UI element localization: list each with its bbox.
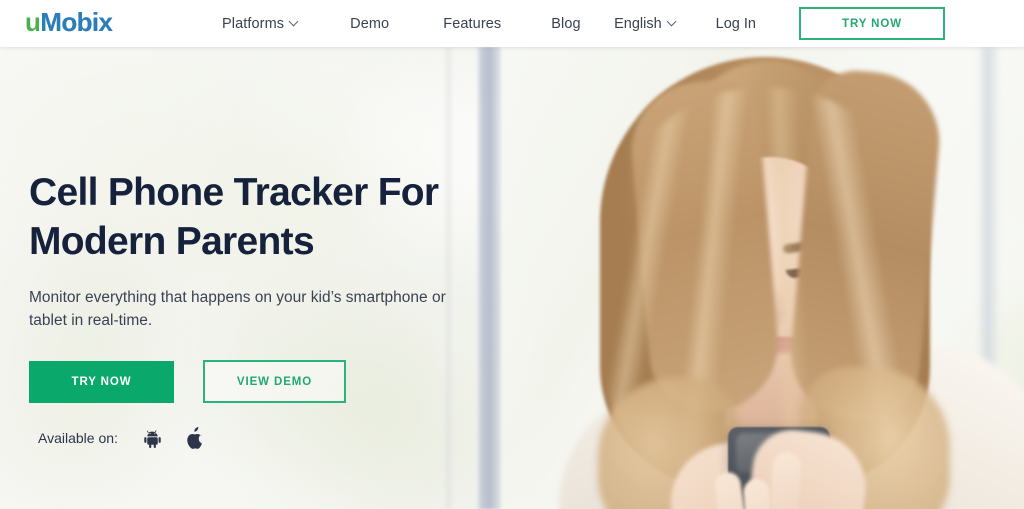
page-root: uMobix Platforms Demo Features Blog Engl… — [0, 0, 1024, 509]
hero-section: Cell Phone Tracker For Modern Parents Mo… — [0, 47, 1024, 509]
hero-cta-row: TRY NOW VIEW DEMO — [29, 360, 346, 403]
subject-finger — [770, 451, 802, 509]
hero-view-demo-button[interactable]: VIEW DEMO — [203, 360, 346, 403]
nav-item-platforms[interactable]: Platforms — [222, 16, 298, 32]
nav-item-blog[interactable]: Blog — [551, 16, 580, 32]
header-try-now-button[interactable]: TRY NOW — [799, 7, 945, 40]
nav-item-blog-label: Blog — [551, 15, 581, 32]
hero-content: Cell Phone Tracker For Modern Parents Mo… — [29, 47, 549, 509]
chevron-down-icon — [668, 18, 676, 26]
nav-item-features[interactable]: Features — [443, 16, 501, 32]
available-on-label: Available on: — [38, 430, 118, 446]
android-icon[interactable] — [142, 427, 164, 449]
site-header: uMobix Platforms Demo Features Blog Engl… — [0, 0, 1024, 47]
hero-photo-subject — [500, 47, 1024, 509]
page-title-line-2: Modern Parents — [29, 220, 315, 263]
nav-item-features-label: Features — [443, 15, 502, 32]
main-navigation: Platforms Demo Features Blog — [222, 0, 581, 47]
login-link[interactable]: Log In — [716, 16, 756, 32]
logo-umobix[interactable]: uMobix — [25, 7, 113, 37]
logo-mobix: Mobix — [40, 7, 113, 37]
language-selector-label: English — [614, 15, 662, 32]
header-actions: English Log In TRY NOW — [614, 0, 1024, 47]
available-platforms-row: Available on: — [38, 427, 206, 449]
hero-try-now-button[interactable]: TRY NOW — [29, 360, 174, 403]
hero-subtitle: Monitor everything that happens on your … — [29, 289, 446, 329]
nav-item-demo[interactable]: Demo — [350, 16, 389, 32]
nav-item-platforms-label: Platforms — [222, 15, 285, 32]
logo-u: u — [25, 7, 41, 37]
apple-icon[interactable] — [184, 427, 206, 449]
page-title: Cell Phone Tracker For Modern Parents — [29, 168, 499, 266]
language-selector[interactable]: English — [614, 16, 676, 32]
nav-item-demo-label: Demo — [350, 15, 390, 32]
page-title-line-1: Cell Phone Tracker For — [29, 171, 439, 214]
chevron-down-icon — [290, 18, 298, 26]
